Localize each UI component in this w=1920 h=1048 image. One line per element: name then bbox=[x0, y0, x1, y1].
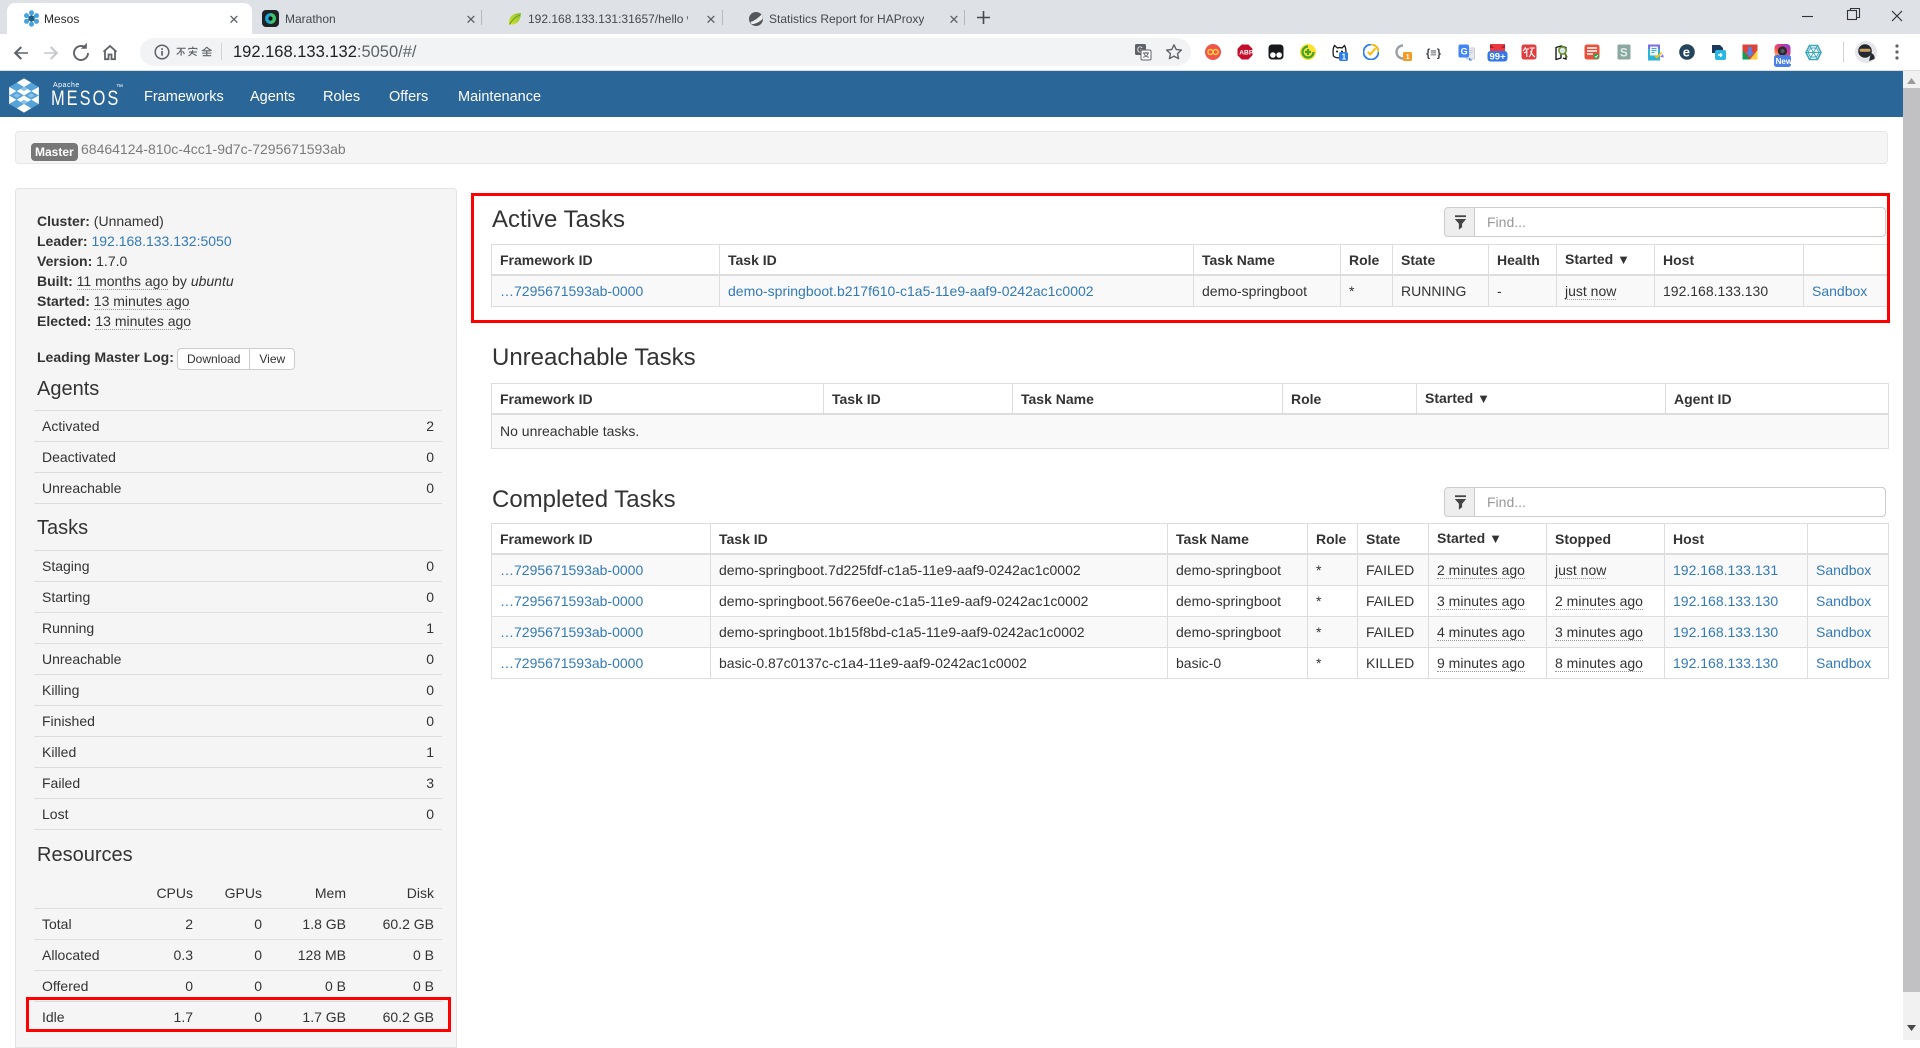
svg-text:1: 1 bbox=[1406, 52, 1410, 61]
svg-text:1: 1 bbox=[1342, 52, 1347, 61]
svg-text:99+: 99+ bbox=[1490, 52, 1507, 62]
svg-text:e: e bbox=[1683, 45, 1690, 60]
svg-text:G: G bbox=[1461, 46, 1468, 56]
svg-text:{≡}: {≡} bbox=[1426, 48, 1442, 60]
svg-text:ABP: ABP bbox=[1239, 50, 1253, 57]
svg-text:New: New bbox=[1776, 57, 1791, 66]
svg-text:S: S bbox=[1620, 47, 1628, 59]
